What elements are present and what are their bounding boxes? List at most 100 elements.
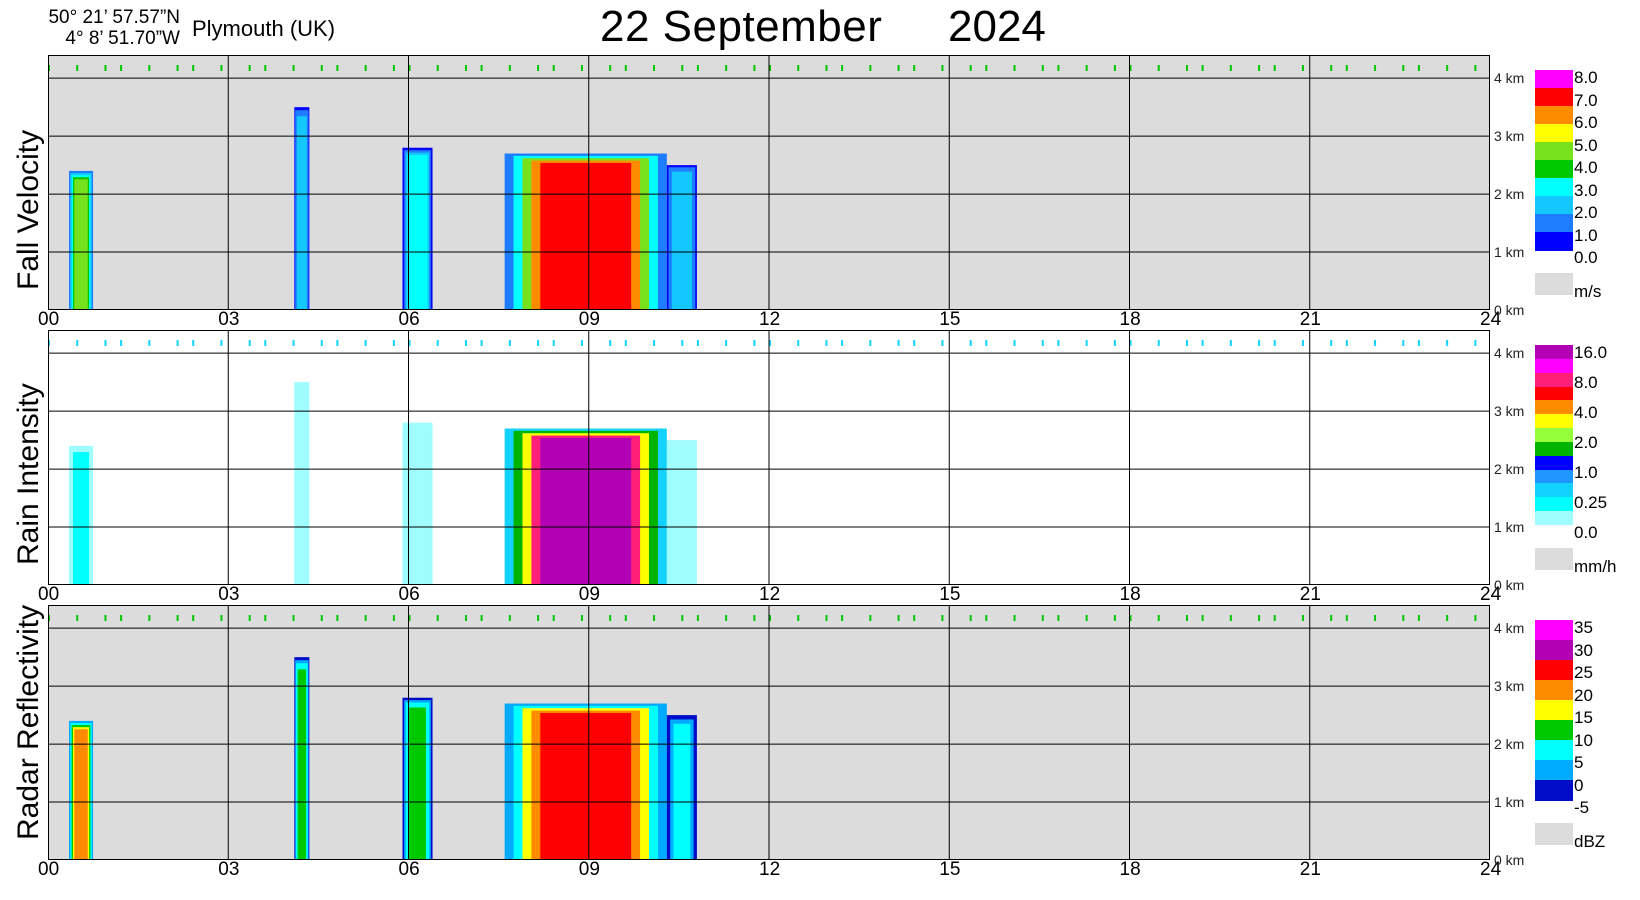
signal-speck xyxy=(653,340,656,346)
altitude-tick-label: 1 km xyxy=(1494,519,1525,536)
signal-speck xyxy=(436,340,439,346)
signal-speck xyxy=(292,615,295,621)
colorbar-swatch xyxy=(1535,780,1573,801)
colorbar-label: 20 xyxy=(1574,685,1593,705)
signal-speck xyxy=(580,340,583,346)
colorbar-label: 15 xyxy=(1574,708,1593,727)
signal-speck xyxy=(1041,65,1044,71)
heatmap-cell xyxy=(409,432,426,585)
precip-event xyxy=(504,153,667,310)
x-tick-label: 21 xyxy=(1299,859,1321,880)
signal-speck xyxy=(76,65,79,71)
signal-speck xyxy=(1229,65,1232,71)
colorbar-swatch xyxy=(1535,680,1573,701)
signal-speck xyxy=(1446,340,1449,346)
heatmap-cell xyxy=(540,162,632,310)
signal-speck xyxy=(985,65,988,71)
colorbar-swatch xyxy=(1535,400,1573,415)
colorbar-swatch xyxy=(1535,358,1573,374)
signal-speck xyxy=(336,340,339,346)
signal-speck xyxy=(508,340,511,346)
signal-speck xyxy=(480,65,483,71)
signal-speck xyxy=(248,340,251,346)
heatmap-svg xyxy=(48,330,1490,585)
signal-speck xyxy=(1157,615,1160,621)
x-tick-label: 15 xyxy=(939,859,961,880)
signal-speck xyxy=(480,615,483,621)
altitude-tick-label: 3 km xyxy=(1494,678,1525,695)
signal-speck xyxy=(1201,340,1204,346)
colorbar-swatch xyxy=(1535,441,1573,457)
signal-speck xyxy=(464,340,467,346)
colorbar-label: 10 xyxy=(1574,730,1593,750)
colorbar-swatch xyxy=(1535,428,1573,443)
signal-speck xyxy=(120,340,123,346)
signal-speck xyxy=(220,615,223,621)
signal-speck xyxy=(1013,65,1016,71)
signal-speck xyxy=(1013,340,1016,346)
colorbar-label: 8.0 xyxy=(1574,68,1598,87)
x-tick-label: 15 xyxy=(939,584,961,605)
signal-speck xyxy=(176,615,179,621)
colorbar-label: 30 xyxy=(1574,640,1593,660)
signal-speck xyxy=(1085,340,1088,346)
colorbar-label: 25 xyxy=(1574,663,1593,682)
latitude-label: 50° 21’ 57.57”N xyxy=(48,7,180,28)
signal-speck xyxy=(869,65,872,71)
unit-label: m/s xyxy=(1574,282,1602,301)
signal-speck xyxy=(104,615,107,621)
signal-speck xyxy=(797,65,800,71)
signal-speck xyxy=(1258,65,1261,71)
signal-speck xyxy=(248,65,251,71)
signal-speck xyxy=(552,340,555,346)
signal-speck xyxy=(392,615,395,621)
colorbar-swatch xyxy=(1535,455,1573,471)
signal-speck xyxy=(696,65,699,71)
signal-speck xyxy=(464,615,467,621)
signal-speck xyxy=(552,65,555,71)
heatmap-svg xyxy=(48,605,1490,860)
heatmap-cell xyxy=(297,669,307,860)
colorbar-swatch xyxy=(1535,124,1573,143)
signal-speck xyxy=(725,615,728,621)
signal-speck xyxy=(320,615,323,621)
signal-speck xyxy=(464,65,467,71)
signal-speck xyxy=(580,615,583,621)
signal-speck xyxy=(1345,65,1348,71)
altitude-tick-label: 2 km xyxy=(1494,736,1525,753)
x-tick-label: 12 xyxy=(759,859,781,880)
signal-speck xyxy=(580,65,583,71)
signal-speck xyxy=(725,340,728,346)
signal-speck xyxy=(825,615,828,621)
precip-event xyxy=(402,147,433,310)
signal-speck xyxy=(609,65,612,71)
signal-speck xyxy=(969,65,972,71)
signal-speck xyxy=(841,65,844,71)
signal-speck xyxy=(825,65,828,71)
altitude-tick-label: 1 km xyxy=(1494,244,1525,261)
colorbar-label: 4.0 xyxy=(1574,158,1598,177)
x-tick-label: 00 xyxy=(38,859,60,880)
signal-speck xyxy=(1301,340,1304,346)
signal-speck xyxy=(292,340,295,346)
chart-title-year: 2024 xyxy=(948,2,1046,51)
x-tick-label: 06 xyxy=(398,309,420,330)
signal-speck xyxy=(192,65,195,71)
signal-speck xyxy=(897,340,900,346)
x-tick-label: 06 xyxy=(398,859,420,880)
signal-speck xyxy=(1301,615,1304,621)
precip-event xyxy=(666,165,697,310)
signal-speck xyxy=(841,615,844,621)
signal-speck xyxy=(941,615,944,621)
signal-speck xyxy=(1330,340,1333,346)
signal-speck xyxy=(320,340,323,346)
x-tick-label: 06 xyxy=(398,584,420,605)
signal-speck xyxy=(264,65,267,71)
x-tick-label: 03 xyxy=(218,584,240,605)
signal-speck xyxy=(1446,615,1449,621)
signal-speck xyxy=(1330,65,1333,71)
signal-speck xyxy=(1374,65,1377,71)
signal-speck xyxy=(1041,615,1044,621)
heatmap-cell xyxy=(74,179,88,310)
altitude-tick-label: 2 km xyxy=(1494,461,1525,478)
